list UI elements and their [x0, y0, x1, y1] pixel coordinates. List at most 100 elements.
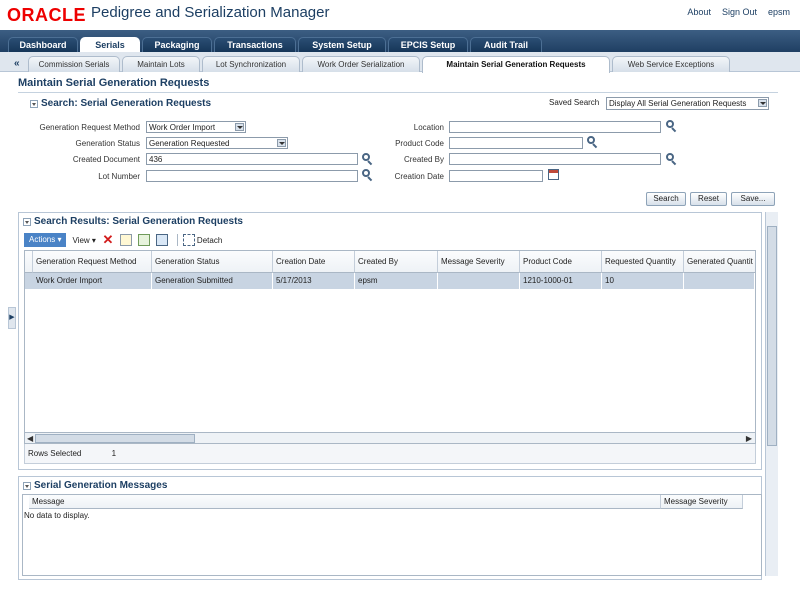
generation-request-method-label: Generation Request Method [39, 123, 140, 132]
user-name-link[interactable]: epsm [768, 7, 790, 17]
global-links: About Sign Out epsm [687, 7, 790, 17]
reset-button[interactable]: Reset [690, 192, 727, 206]
collapse-icon[interactable] [23, 217, 31, 226]
copy-icon[interactable] [155, 234, 168, 246]
expand-panel-icon[interactable]: ▶ [8, 307, 16, 329]
app-header: ORACLE Pedigree and Serialization Manage… [0, 0, 800, 30]
subtab-lot-synchronization[interactable]: Lot Synchronization [202, 56, 300, 72]
lot-number-label: Lot Number [98, 172, 140, 181]
subtab-work-order-serialization[interactable]: Work Order Serialization [302, 56, 420, 72]
calendar-icon[interactable] [548, 169, 559, 180]
search-button[interactable]: Search [646, 192, 686, 206]
search-icon[interactable] [587, 136, 598, 149]
subtab-commission-serials[interactable]: Commission Serials [28, 56, 120, 72]
column-header[interactable]: Message Severity [438, 251, 520, 273]
rows-selected-count: 1 [111, 449, 117, 458]
column-header[interactable]: Message [29, 495, 661, 509]
created-by-input[interactable] [449, 153, 661, 165]
tab-system-setup[interactable]: System Setup [298, 37, 386, 52]
scrollbar-thumb[interactable] [35, 434, 195, 443]
chevron-left-icon[interactable]: ◀ [27, 434, 33, 443]
tab-epcis-setup[interactable]: EPCIS Setup [388, 37, 468, 52]
collapse-icon[interactable] [23, 481, 31, 490]
created-document-label: Created Document [72, 155, 140, 164]
column-header[interactable]: Generated Quantit [684, 251, 755, 273]
saved-search-select[interactable]: Display All Serial Generation Requests [606, 97, 769, 110]
results-toolbar: Actions ▾ View ▾ ✕ Detach [24, 233, 228, 247]
generation-request-method-select[interactable]: Work Order Import [146, 121, 246, 133]
search-icon[interactable] [666, 120, 677, 133]
row-header-cell [25, 251, 33, 273]
table-cell: epsm [355, 273, 438, 289]
column-header[interactable]: Requested Quantity [602, 251, 684, 273]
column-header[interactable]: Generation Request Method [33, 251, 152, 273]
generation-status-select[interactable]: Generation Requested [146, 137, 288, 149]
column-header[interactable]: Created By [355, 251, 438, 273]
subtab-maintain-lots[interactable]: Maintain Lots [122, 56, 200, 72]
results-panel-title: Search Results: Serial Generation Reques… [34, 216, 243, 227]
column-header[interactable]: Generation Status [152, 251, 273, 273]
column-header[interactable]: Creation Date [273, 251, 355, 273]
tab-serials[interactable]: Serials [80, 37, 140, 52]
view-menu[interactable]: View ▾ [66, 236, 101, 245]
saved-search-value: Display All Serial Generation Requests [609, 99, 747, 108]
actions-menu[interactable]: Actions ▾ [24, 233, 67, 247]
table-row[interactable]: Work Order Import Generation Submitted 5… [25, 273, 755, 289]
created-by-label: Created By [403, 155, 444, 164]
column-header[interactable]: Product Code [520, 251, 602, 273]
main-tab-bar: Dashboard Serials Packaging Transactions… [0, 30, 800, 52]
empty-state-text: No data to display. [24, 511, 90, 520]
subtab-maintain-serial-generation-requests[interactable]: Maintain Serial Generation Requests [422, 56, 610, 73]
sign-out-link[interactable]: Sign Out [722, 7, 757, 17]
table-cell: Work Order Import [33, 273, 152, 289]
results-table: Generation Request Method Generation Sta… [24, 250, 756, 444]
vertical-scrollbar[interactable] [765, 212, 778, 576]
table-cell [684, 273, 755, 289]
creation-date-label: Creation Date [394, 172, 444, 181]
tab-packaging[interactable]: Packaging [142, 37, 212, 52]
location-input[interactable] [449, 121, 661, 133]
chevron-down-icon [277, 139, 286, 147]
delete-icon[interactable]: ✕ [102, 233, 114, 246]
about-link[interactable]: About [687, 7, 711, 17]
page-title: Maintain Serial Generation Requests [18, 77, 210, 89]
rows-selected-label: Rows Selected [28, 449, 82, 458]
chevron-down-icon [235, 123, 244, 131]
product-code-label: Product Code [395, 139, 444, 148]
product-code-input[interactable] [449, 137, 583, 149]
horizontal-scrollbar[interactable]: ◀ ▶ [24, 432, 756, 444]
oracle-logo: ORACLE [7, 5, 86, 25]
collapse-icon[interactable] [30, 99, 38, 108]
search-panel-header: Search: Serial Generation Requests [30, 98, 211, 109]
messages-table: Message Message Severity No data to disp… [22, 494, 762, 576]
table-cell: 5/17/2013 [273, 273, 355, 289]
messages-panel-title: Serial Generation Messages [34, 480, 168, 491]
table-cell: 10 [602, 273, 684, 289]
tab-audit-trail[interactable]: Audit Trail [470, 37, 542, 52]
save-search-button[interactable]: Save... [731, 192, 775, 206]
export-icon[interactable] [137, 234, 150, 246]
subtab-web-service-exceptions[interactable]: Web Service Exceptions [612, 56, 730, 72]
column-header[interactable]: Message Severity [661, 495, 743, 509]
tab-transactions[interactable]: Transactions [214, 37, 296, 52]
sub-tab-bar: « Commission Serials Maintain Lots Lot S… [0, 52, 800, 73]
search-icon[interactable] [666, 153, 677, 166]
table-cell [438, 273, 520, 289]
subtab-scroll-left-icon[interactable]: « [14, 58, 20, 69]
edit-icon[interactable] [119, 234, 132, 246]
detach-icon[interactable] [182, 234, 195, 246]
toolbar-separator [176, 234, 178, 246]
table-cell: 1210-1000-01 [520, 273, 602, 289]
scrollbar-thumb[interactable] [767, 226, 777, 446]
divider [18, 92, 778, 93]
generation-request-method-value: Work Order Import [149, 123, 216, 132]
tab-dashboard[interactable]: Dashboard [8, 37, 78, 52]
creation-date-input[interactable] [449, 170, 543, 182]
saved-search-label: Saved Search [549, 98, 600, 107]
detach-button[interactable]: Detach [197, 236, 228, 245]
chevron-down-icon [758, 99, 767, 107]
search-panel-title: Search: Serial Generation Requests [41, 98, 212, 109]
chevron-right-icon[interactable]: ▶ [746, 434, 752, 443]
app-title: Pedigree and Serialization Manager [91, 4, 330, 21]
messages-panel-header: Serial Generation Messages [23, 480, 167, 491]
